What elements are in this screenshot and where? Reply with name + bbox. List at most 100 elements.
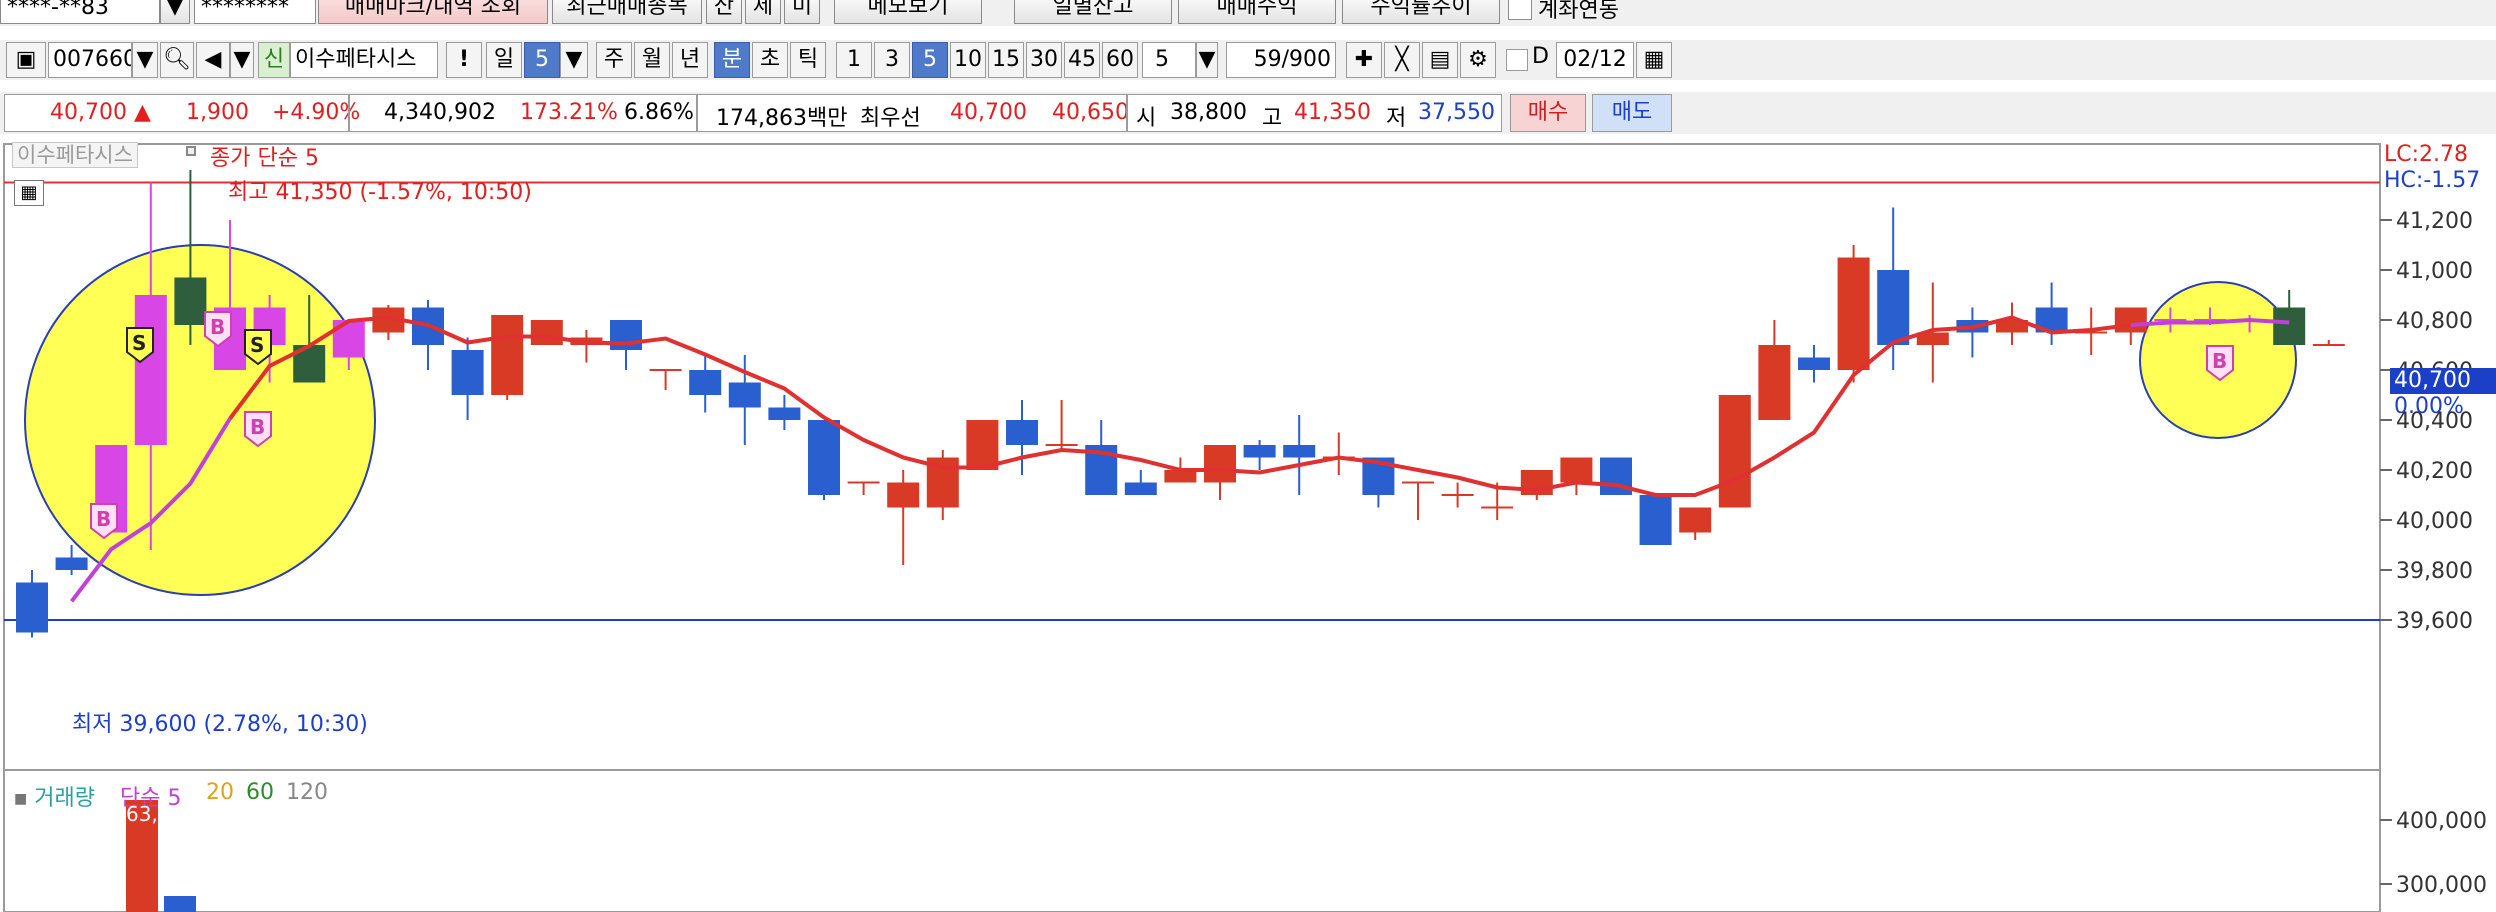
candle-body [768,407,801,420]
quote-bar: 40,700 ▲ 1,900 +4.90% 4,340,902 173.21% … [0,92,2496,134]
period-week-button[interactable]: 주 [596,42,632,78]
count-field[interactable]: 59/900 [1226,42,1336,78]
volume-axis-label: 300,000 [2396,873,2487,898]
candle-body [174,277,207,325]
candle-body [134,295,167,445]
high-price: 41,350 [1294,100,1371,125]
candle-body [689,370,722,395]
search-icon[interactable]: 🔍︎ [160,42,194,78]
candle-body [1877,270,1910,345]
quote-divider [348,94,350,132]
period-year-button[interactable]: 년 [672,42,708,78]
interval-15-button[interactable]: 15 [988,42,1024,78]
account-link-label: 계좌연동 [1538,0,1619,23]
delete-button[interactable]: 제 [745,0,781,24]
candle-body [808,420,840,495]
candle-body [530,320,563,345]
trade-marker-label: S [132,331,146,355]
volume-axis-label: 400,000 [2396,809,2487,834]
account-dropdown-icon[interactable]: ▼ [160,0,190,24]
period-minute-button[interactable]: 분 [714,42,750,78]
stock-name-field[interactable]: 이수페타시스 [290,42,438,78]
best-bid: 40,650 [1052,100,1129,125]
password-value: ******** [201,0,289,20]
candle-body [2114,307,2147,333]
period-select[interactable]: 5 [524,42,560,78]
speaker-dropdown-icon[interactable]: ▼ [230,42,254,78]
candle-body [1837,257,1870,370]
return-trend-button[interactable]: 수익률추이 [1342,0,1500,24]
recent-trades-button[interactable]: 최근매매종목 [552,0,702,24]
interval-1-button[interactable]: 1 [836,42,872,78]
daily-balance-button[interactable]: 일별잔고 [1014,0,1172,24]
d-checkbox[interactable] [1506,49,1528,71]
price-axis-label: 41,200 [2396,209,2473,234]
save-icon[interactable]: ▤ [1422,42,1458,78]
crosshair-icon[interactable]: ✚ [1346,42,1382,78]
interval-5-button[interactable]: 5 [912,42,948,78]
date-field[interactable]: 02/12 [1556,42,1634,78]
stock-code-input[interactable]: 007660 [48,42,132,78]
stock-tag[interactable]: 이수페타시스 [12,142,138,168]
account-value: ****-**83 [7,0,109,20]
candle-body [2273,307,2306,345]
candle-body [1006,420,1038,445]
interval-60-button[interactable]: 60 [1102,42,1138,78]
account-link-checkbox[interactable] [1508,0,1532,20]
period-tick-button[interactable]: 틱 [790,42,826,78]
trade-mark-button[interactable]: 매매마크/내역 조회 [318,0,548,24]
volume-first-bar-label: 63, [126,802,158,826]
trade-marker-label: B [2212,349,2227,373]
volume-ratio: 173.21% [520,100,618,125]
d-label: D [1532,44,1549,69]
layout-icon[interactable]: ▣ [6,42,46,78]
high-annotation: 최고 41,350 (-1.57%, 10:50) [228,180,532,205]
alert-icon[interactable]: ! [446,42,482,78]
interval-45-button[interactable]: 45 [1064,42,1100,78]
interval-3-button[interactable]: 3 [874,42,910,78]
period-dropdown-icon[interactable]: ▼ [560,42,588,78]
ma-legend[interactable]: 종가 단순 5 [210,140,319,172]
volume-ma-60: 60 [246,780,274,805]
period-second-button[interactable]: 초 [752,42,788,78]
period-day-button[interactable]: 일 [486,42,522,78]
interval-10-button[interactable]: 10 [950,42,986,78]
legend-box-icon [186,146,196,156]
candle-body [55,557,88,570]
stock-code-dropdown-icon[interactable]: ▼ [132,42,158,78]
add-button[interactable]: 산 [706,0,742,24]
candle-body [1758,345,1791,420]
price-axis-label: 41,000 [2396,259,2473,284]
chart-area[interactable]: BSBSBB 41,20041,00040,80040,60040,40040,… [0,140,2496,912]
line-tool-icon[interactable]: ╳ [1384,42,1420,78]
interval-dropdown-icon[interactable]: ▼ [1196,42,1218,78]
mi-button[interactable]: 미 [784,0,820,24]
price-axis-label: 39,800 [2396,559,2473,584]
speaker-icon[interactable]: ◀︎ [196,42,230,78]
password-field[interactable]: ******** [194,0,316,24]
candle-body [966,420,999,470]
buy-button[interactable]: 매수 [1510,94,1586,132]
settings-icon[interactable]: ⚙ [1460,42,1496,78]
volume-ma-20: 20 [206,780,234,805]
quote-divider [696,94,698,132]
account-field[interactable]: ****-**83 [0,0,160,24]
trade-profit-button[interactable]: 매매수익 [1178,0,1336,24]
price-axis: 41,20041,00040,80040,60040,40040,20040,0… [2380,209,2487,898]
price-chart-canvas[interactable]: BSBSBB 41,20041,00040,80040,60040,40040,… [0,140,2496,912]
period-month-button[interactable]: 월 [634,42,670,78]
table-icon[interactable]: ▦ [14,180,44,206]
candle-body [1243,445,1276,458]
calendar-icon[interactable]: ▦ [1636,42,1672,78]
trade-marker-label: B [250,415,265,439]
sell-button[interactable]: 매도 [1592,94,1672,132]
memo-button[interactable]: 메모보기 [834,0,982,24]
current-price-tag: 40,700 [2390,368,2496,394]
count-total: /900 [1281,47,1331,72]
interval-select[interactable]: 5 [1142,42,1196,78]
interval-30-button[interactable]: 30 [1026,42,1062,78]
low-annotation: 최저 39,600 (2.78%, 10:30) [72,712,368,737]
volume-value: 4,340,902 [384,100,496,125]
low-price: 37,550 [1418,100,1495,125]
best-ask: 40,700 [950,100,1027,125]
